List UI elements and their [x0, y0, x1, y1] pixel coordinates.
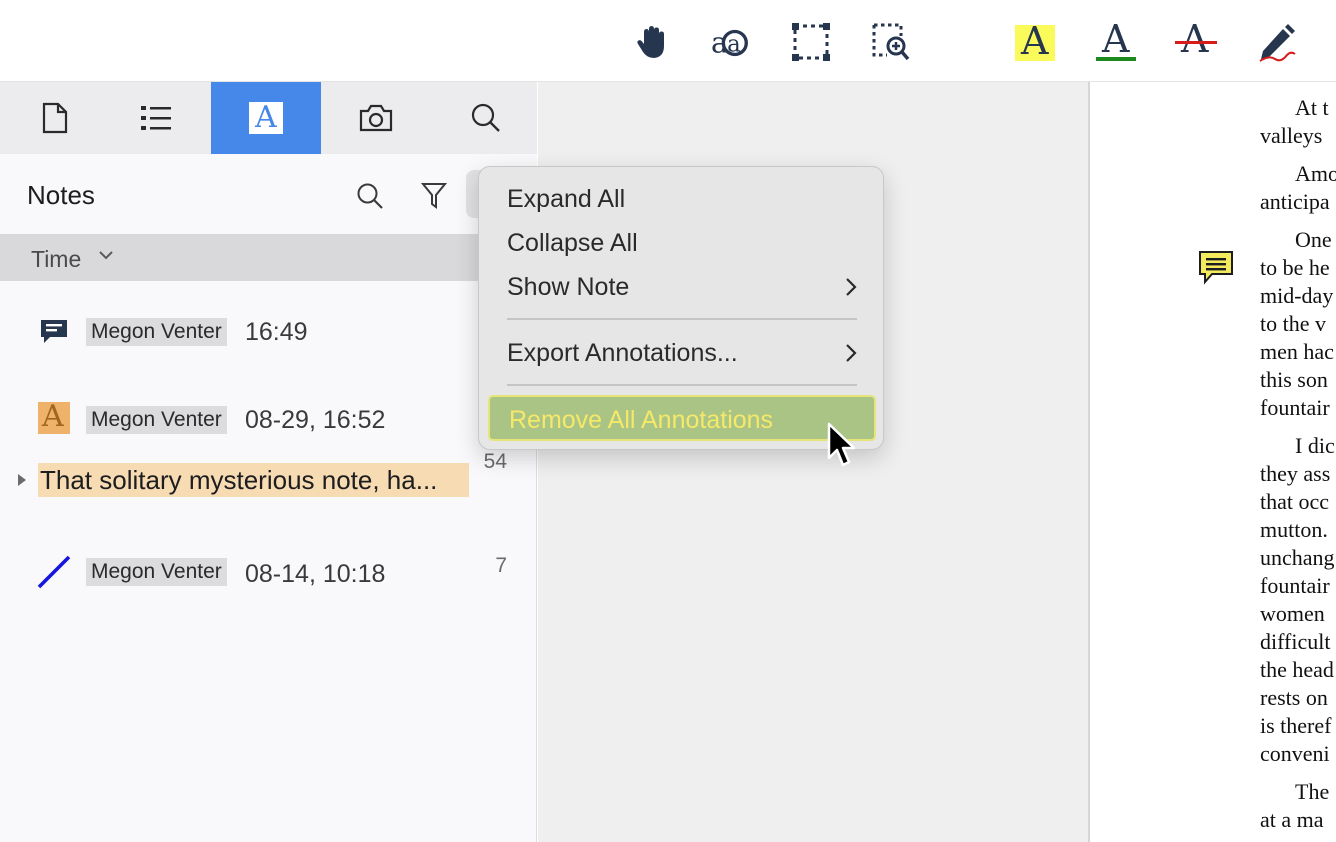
svg-text:a: a [727, 32, 741, 58]
zoom-area-tool-button[interactable] [870, 21, 912, 63]
note-excerpt: That solitary mysterious note, ha... [38, 463, 469, 497]
sidebar-tabbar: A [0, 82, 537, 154]
text-select-tool-button[interactable]: a a [710, 21, 752, 63]
menu-item-export-annotations[interactable]: Export Annotations... [507, 334, 857, 372]
page-text-line: women [1260, 601, 1325, 626]
page-text-line: is theref [1260, 713, 1332, 738]
line-icon [36, 554, 72, 590]
chevron-down-icon [99, 251, 113, 260]
svg-text:a: a [711, 26, 728, 60]
note-item[interactable]: Megon Venter 16:49 [0, 306, 537, 366]
page-text-line: that occ [1260, 489, 1330, 514]
main-toolbar: a a A A A [0, 0, 1336, 82]
notes-title: Notes [27, 180, 95, 210]
note-page-number: 7 [495, 554, 507, 577]
tab-snapshots[interactable] [321, 82, 431, 154]
document-page[interactable]: At t valleys Amo anticipa One to be he mid-day… [1088, 82, 1336, 842]
page-text-line: men hac [1260, 339, 1334, 364]
highlight-icon: A [1015, 20, 1055, 62]
menu-item-show-note[interactable]: Show Note [507, 268, 857, 306]
text-select-icon: a a [711, 26, 748, 60]
comment-icon [36, 314, 72, 350]
zoom-marquee-icon [872, 23, 910, 61]
page-text-line: the head [1260, 657, 1334, 682]
page-text: At t valleys Amo anticipa One to be he mid-day… [1260, 94, 1336, 834]
chevron-right-icon [846, 344, 857, 362]
note-page-number: 54 [483, 450, 507, 473]
page-text-line: conveni [1260, 741, 1330, 766]
page-text-line: fountair [1260, 573, 1330, 598]
tab-thumbnails[interactable] [0, 82, 110, 154]
search-icon [357, 183, 383, 209]
page-text-line: valleys [1260, 123, 1323, 148]
notes-context-menu: Expand All Collapse All Show Note Export… [478, 166, 884, 450]
freehand-tool-button[interactable] [1256, 21, 1298, 63]
annotations-sidebar: A Notes Time Megon Venter 16:49 A Megon … [0, 82, 537, 842]
menu-separator [507, 384, 857, 386]
disclosure-triangle-icon[interactable] [16, 472, 28, 488]
strikethrough-tool-button[interactable]: A [1174, 18, 1217, 63]
highlight-tool-button[interactable]: A [1014, 20, 1056, 63]
page-text-line: I dic [1295, 433, 1335, 458]
notes-search-button[interactable] [352, 178, 388, 214]
notes-header: Notes [0, 154, 537, 234]
hand-tool-button[interactable] [631, 21, 673, 63]
tab-annotations[interactable]: A [211, 82, 321, 154]
underline-icon: A [1096, 18, 1136, 62]
notes-filter-button[interactable] [416, 178, 452, 214]
page-text-line: mutton. [1260, 517, 1328, 542]
strikethrough-icon: A [1175, 18, 1217, 62]
page-text-line: anticipa [1260, 189, 1330, 214]
tab-outline[interactable] [101, 82, 211, 154]
search-icon [471, 103, 500, 132]
page-text-line: they ass [1260, 461, 1331, 486]
page-text-line: mid-day [1260, 283, 1334, 308]
note-item[interactable]: A Megon Venter 08-29, 16:52 54 That soli… [0, 392, 537, 502]
menu-item-expand-all[interactable]: Expand All [507, 180, 857, 218]
note-author: Megon Venter [86, 318, 227, 346]
page-text-line: fountair [1260, 395, 1330, 420]
menu-item-collapse-all[interactable]: Collapse All [507, 224, 857, 262]
note-time: 08-29, 16:52 [245, 406, 386, 434]
page-text-line: Amo [1295, 161, 1336, 186]
list-icon [141, 106, 171, 130]
page-text-line: unchang [1260, 545, 1335, 570]
page-text-line: At t [1295, 95, 1329, 120]
sort-bar[interactable]: Time [0, 234, 537, 281]
highlight-letter-icon: A [36, 399, 72, 436]
menu-separator [507, 318, 857, 320]
comment-annotation-icon[interactable] [1198, 249, 1234, 285]
chevron-right-icon [846, 278, 857, 296]
underline-tool-button[interactable]: A [1095, 18, 1137, 63]
note-author: Megon Venter [86, 406, 227, 434]
page-icon [42, 102, 68, 134]
camera-icon [359, 104, 393, 132]
annotation-icon: A [249, 100, 283, 135]
note-author: Megon Venter [86, 558, 227, 586]
mouse-pointer-icon [827, 422, 856, 467]
page-text-line: difficult [1260, 629, 1331, 654]
filter-icon [421, 183, 447, 209]
note-item[interactable]: Megon Venter 08-14, 10:18 7 [0, 548, 537, 608]
page-text-line: The [1295, 779, 1330, 804]
pen-icon [1259, 24, 1296, 62]
hand-icon [637, 26, 664, 58]
menu-item-remove-all-annotations[interactable]: Remove All Annotations [488, 395, 876, 441]
marquee-icon [792, 23, 830, 61]
note-time: 08-14, 10:18 [245, 560, 386, 588]
page-text-line: to the v [1260, 311, 1326, 336]
page-text-line: this son [1260, 367, 1328, 392]
tab-search[interactable] [431, 82, 541, 154]
note-time: 16:49 [245, 318, 308, 346]
area-select-tool-button[interactable] [790, 21, 832, 63]
sort-label: Time [31, 246, 82, 272]
page-text-line: rests on [1260, 685, 1328, 710]
page-text-line: to be he [1260, 255, 1330, 280]
page-text-line: at a ma [1260, 807, 1324, 832]
page-text-line: One [1295, 227, 1332, 252]
